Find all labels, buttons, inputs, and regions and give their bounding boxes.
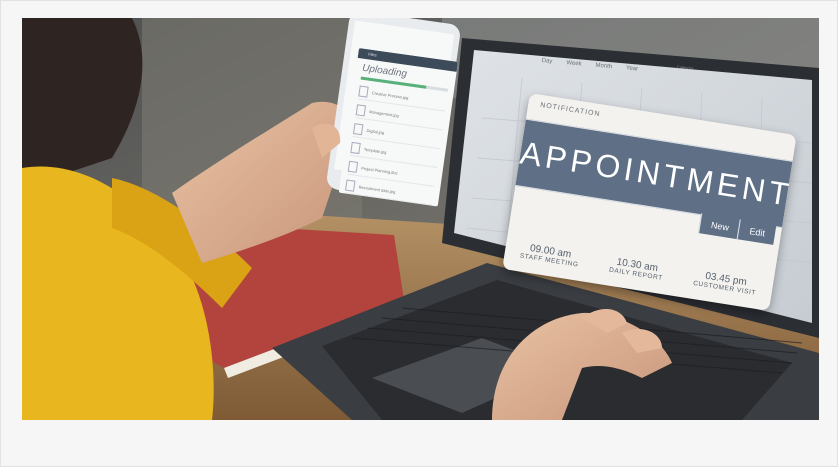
time-slot: 10.30 am DAILY REPORT xyxy=(609,256,665,282)
file-icon xyxy=(345,179,356,192)
caption-area xyxy=(22,420,819,450)
time-slot: 03.45 pm CUSTOMER VISIT xyxy=(693,269,759,297)
file-icon xyxy=(347,160,359,173)
tab-year: Year xyxy=(625,65,639,73)
tab-day: Day xyxy=(541,58,553,65)
tab-week: Week xyxy=(566,60,582,68)
image-frame: Day Week Month Year Calendar Files Uploa… xyxy=(0,0,838,467)
time-slot: 09.00 am STAFF MEETING xyxy=(519,242,580,269)
file-icon xyxy=(355,103,367,116)
file-icon xyxy=(353,122,364,135)
file-icon xyxy=(358,84,369,98)
edit-button: Edit xyxy=(737,219,777,245)
phone-screen: Files Uploading Creative Process.jpg Man… xyxy=(338,48,459,207)
file-icon xyxy=(350,141,361,154)
hero-photo: Day Week Month Year Calendar Files Uploa… xyxy=(22,18,819,420)
